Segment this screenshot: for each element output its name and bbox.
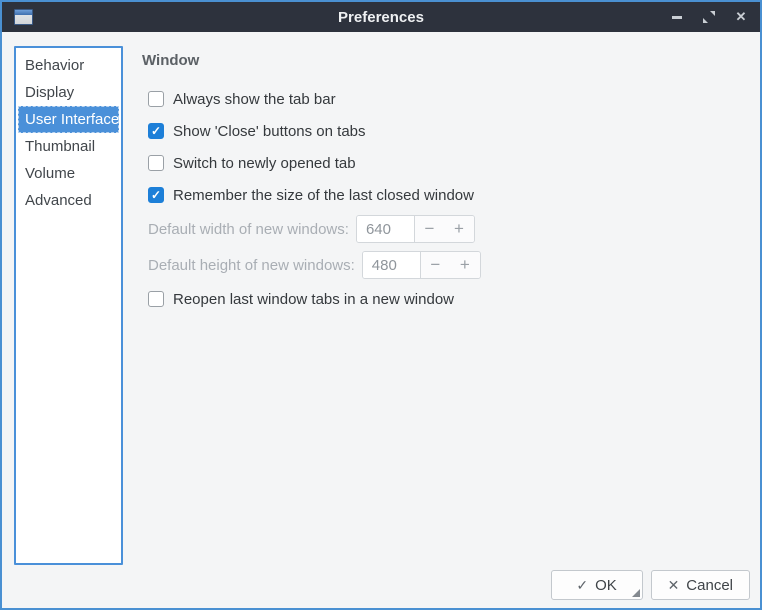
- setting-row-default-height: Default height of new windows: 480 − +: [148, 251, 744, 279]
- checkbox-switch-to-new-tab[interactable]: [148, 155, 164, 171]
- check-icon: ✓: [151, 189, 161, 201]
- window-app-icon: [14, 9, 33, 25]
- preferences-window: Preferences ✕ Behavior Display User Inte…: [0, 0, 762, 610]
- sidebar-item-advanced[interactable]: Advanced: [18, 187, 119, 214]
- default-width-spinbox[interactable]: 640 − +: [356, 215, 475, 243]
- minimize-icon: [672, 16, 682, 19]
- minimize-button[interactable]: [668, 8, 686, 26]
- spinbox-increment-button[interactable]: +: [444, 216, 474, 242]
- ok-button[interactable]: ✓ OK: [551, 570, 643, 600]
- titlebar: Preferences ✕: [2, 2, 760, 32]
- ok-button-label: OK: [595, 577, 617, 594]
- setting-row-always-show-tab-bar: Always show the tab bar: [148, 87, 744, 111]
- cancel-button[interactable]: ✕ Cancel: [651, 570, 750, 600]
- checkbox-label[interactable]: Always show the tab bar: [173, 91, 336, 108]
- spinner-label: Default height of new windows:: [148, 257, 355, 274]
- checkbox-remember-window-size[interactable]: ✓: [148, 187, 164, 203]
- close-button[interactable]: ✕: [732, 8, 750, 26]
- check-icon: ✓: [151, 125, 161, 137]
- spinbox-decrement-button[interactable]: −: [420, 252, 450, 278]
- checkbox-label[interactable]: Reopen last window tabs in a new window: [173, 291, 454, 308]
- sidebar-item-behavior[interactable]: Behavior: [18, 52, 119, 79]
- spinbox-value[interactable]: 480: [363, 252, 420, 278]
- maximize-restore-icon: [702, 10, 716, 24]
- spinner-label: Default width of new windows:: [148, 221, 349, 238]
- checkbox-always-show-tab-bar[interactable]: [148, 91, 164, 107]
- setting-row-show-close-buttons: ✓ Show 'Close' buttons on tabs: [148, 119, 744, 143]
- spinbox-value[interactable]: 640: [357, 216, 414, 242]
- spinbox-decrement-button[interactable]: −: [414, 216, 444, 242]
- sidebar-item-user-interface[interactable]: User Interface: [18, 106, 119, 133]
- window-title: Preferences: [2, 9, 760, 26]
- cancel-x-icon: ✕: [668, 577, 680, 594]
- ok-check-icon: ✓: [576, 577, 588, 594]
- sidebar-item-volume[interactable]: Volume: [18, 160, 119, 187]
- checkbox-label[interactable]: Switch to newly opened tab: [173, 155, 356, 172]
- setting-row-default-width: Default width of new windows: 640 − +: [148, 215, 744, 243]
- section-title: Window: [142, 52, 744, 69]
- checkbox-reopen-last-tabs[interactable]: [148, 291, 164, 307]
- dialog-buttons: ✓ OK ✕ Cancel: [551, 570, 750, 600]
- checkbox-label[interactable]: Remember the size of the last closed win…: [173, 187, 474, 204]
- setting-row-remember-window-size: ✓ Remember the size of the last closed w…: [148, 183, 744, 207]
- setting-row-reopen-last-tabs: Reopen last window tabs in a new window: [148, 287, 744, 311]
- checkbox-show-close-buttons[interactable]: ✓: [148, 123, 164, 139]
- settings-panel: Window Always show the tab bar ✓ Show 'C…: [142, 52, 744, 319]
- category-list: Behavior Display User Interface Thumbnai…: [14, 46, 123, 565]
- default-height-spinbox[interactable]: 480 − +: [362, 251, 481, 279]
- cancel-button-label: Cancel: [686, 577, 733, 594]
- maximize-button[interactable]: [700, 8, 718, 26]
- sidebar-item-thumbnail[interactable]: Thumbnail: [18, 133, 119, 160]
- checkbox-label[interactable]: Show 'Close' buttons on tabs: [173, 123, 366, 140]
- spinbox-increment-button[interactable]: +: [450, 252, 480, 278]
- sidebar-item-display[interactable]: Display: [18, 79, 119, 106]
- setting-row-switch-to-new-tab: Switch to newly opened tab: [148, 151, 744, 175]
